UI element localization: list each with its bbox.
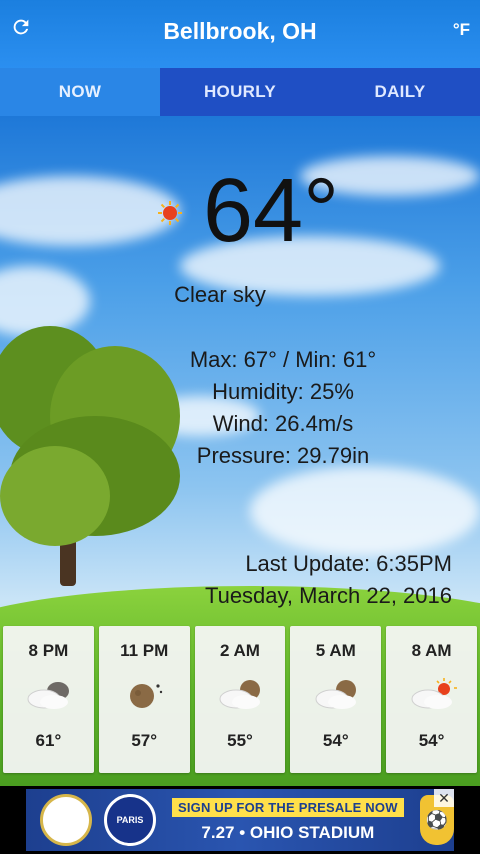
partly-cloudy-night-icon [315,680,356,709]
club-crest-logo [40,794,92,846]
wind: Wind: 26.4m/s [212,411,354,436]
tab-hourly[interactable]: HOURLY [160,68,320,116]
tab-bar: NOW HOURLY DAILY [0,68,480,116]
hourly-temp: 57° [131,731,158,750]
hourly-time: 11 PM [120,641,169,660]
psg-logo: PARIS [104,794,156,846]
unit-toggle[interactable]: °F [453,20,470,40]
ad-banner[interactable]: PARIS SIGN UP FOR THE PRESALE NOW 7.27 •… [26,789,454,851]
clear-night-icon [130,684,163,708]
partly-cloudy-day-icon [411,678,457,709]
hourly-temp: 54° [418,731,445,750]
pressure: Pressure: 29.79in [196,443,370,468]
psg-logo-label: PARIS [116,815,144,825]
cloud [250,466,480,556]
current-date: Tuesday, March 22, 2016 [204,583,452,608]
hourly-card[interactable]: 8 AM 54° [386,626,477,773]
hourly-forecast: 8 PM 61° 11 PM 57° 2 AM 55° 5 AM 54° 8 A… [3,626,477,773]
max-min-temp: Max: 67° / Min: 61° [189,347,377,372]
hourly-time: 8 PM [28,641,69,660]
ad-venue-text: 7.27 • OHIO STADIUM [201,822,375,842]
ad-text: SIGN UP FOR THE PRESALE NOW 7.27 • OHIO … [172,797,404,843]
ad-presale-text: SIGN UP FOR THE PRESALE NOW [172,797,404,817]
last-update: Last Update: 6:35PM [245,551,452,576]
partly-cloudy-night-icon [219,680,260,709]
cloud [0,176,180,246]
tab-now[interactable]: NOW [0,68,160,116]
partly-cloudy-night-icon [27,682,70,709]
app-header: Bellbrook, OH °F [0,0,480,68]
hourly-card[interactable]: 5 AM 54° [290,626,382,773]
hourly-temp: 61° [35,731,62,750]
hourly-card[interactable]: 2 AM 55° [194,626,286,773]
hourly-time: 2 AM [219,641,260,660]
hourly-card[interactable]: 8 PM 61° [3,626,94,773]
tab-daily[interactable]: DAILY [320,68,480,116]
hourly-time: 8 AM [411,641,452,660]
humidity: Humidity: 25% [212,379,354,404]
sun-icon [158,201,182,225]
hourly-temp: 55° [227,731,253,750]
ad-close-button[interactable]: ✕ [434,789,454,807]
current-temperature: 64° [203,161,340,261]
hourly-temp: 54° [322,731,349,750]
condition-text: Clear sky [174,282,266,307]
hourly-time: 5 AM [315,641,356,660]
hourly-card[interactable]: 11 PM 57° [98,626,190,773]
city-title: Bellbrook, OH [163,18,317,44]
weather-details: Max: 67° / Min: 61° Humidity: 25% Wind: … [0,344,480,472]
